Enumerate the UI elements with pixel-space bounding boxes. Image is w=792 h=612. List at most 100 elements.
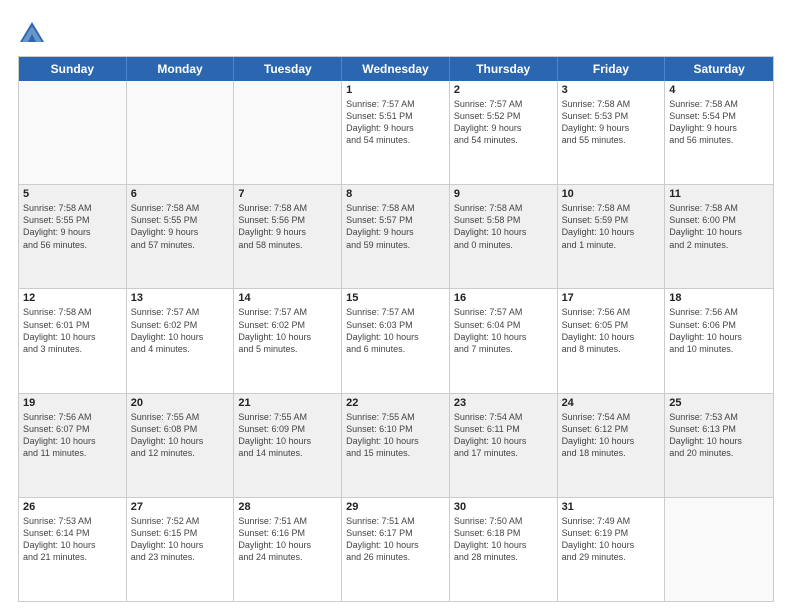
cell-info-text: Sunrise: 7:58 AM Sunset: 5:55 PM Dayligh… — [131, 202, 230, 251]
weekday-header-thursday: Thursday — [450, 57, 558, 81]
calendar-row-2: 12 Sunrise: 7:58 AM Sunset: 6:01 PM Dayli… — [19, 289, 773, 393]
cell-info-text: Sunrise: 7:53 AM Sunset: 6:13 PM Dayligh… — [669, 411, 769, 460]
calendar-row-3: 19 Sunrise: 7:56 AM Sunset: 6:07 PM Dayli… — [19, 394, 773, 498]
cell-day-number: 8 — [346, 188, 445, 200]
calendar-cell-3-0: 19 Sunrise: 7:56 AM Sunset: 6:07 PM Dayli… — [19, 394, 127, 497]
cell-day-number: 27 — [131, 501, 230, 513]
calendar-cell-4-1: 27 Sunrise: 7:52 AM Sunset: 6:15 PM Dayli… — [127, 498, 235, 601]
calendar-cell-0-3: 1 Sunrise: 7:57 AM Sunset: 5:51 PM Daylig… — [342, 81, 450, 184]
cell-day-number: 30 — [454, 501, 553, 513]
header — [18, 18, 774, 48]
calendar-cell-0-1 — [127, 81, 235, 184]
cell-info-text: Sunrise: 7:58 AM Sunset: 5:53 PM Dayligh… — [562, 98, 661, 147]
cell-day-number: 17 — [562, 292, 661, 304]
calendar-header: SundayMondayTuesdayWednesdayThursdayFrid… — [19, 57, 773, 81]
calendar-cell-0-4: 2Sunrise: 7:57 AM Sunset: 5:52 PM Daylig… — [450, 81, 558, 184]
calendar-cell-3-4: 23 Sunrise: 7:54 AM Sunset: 6:11 PM Dayli… — [450, 394, 558, 497]
calendar-cell-1-1: 6 Sunrise: 7:58 AM Sunset: 5:55 PM Daylig… — [127, 185, 235, 288]
cell-day-number: 28 — [238, 501, 337, 513]
weekday-header-wednesday: Wednesday — [342, 57, 450, 81]
cell-day-number: 21 — [238, 397, 337, 409]
calendar-cell-1-4: 9 Sunrise: 7:58 AM Sunset: 5:58 PM Daylig… — [450, 185, 558, 288]
calendar-cell-2-2: 14 Sunrise: 7:57 AM Sunset: 6:02 PM Dayli… — [234, 289, 342, 392]
calendar-cell-0-2 — [234, 81, 342, 184]
calendar-cell-2-3: 15Sunrise: 7:57 AM Sunset: 6:03 PM Dayli… — [342, 289, 450, 392]
cell-day-number: 29 — [346, 501, 445, 513]
cell-info-text: Sunrise: 7:56 AM Sunset: 6:05 PM Dayligh… — [562, 306, 661, 355]
logo — [18, 18, 50, 48]
cell-day-number: 2 — [454, 84, 553, 96]
cell-info-text: Sunrise: 7:58 AM Sunset: 5:58 PM Dayligh… — [454, 202, 553, 251]
cell-day-number: 11 — [669, 188, 769, 200]
calendar-cell-0-0 — [19, 81, 127, 184]
cell-day-number: 9 — [454, 188, 553, 200]
cell-day-number: 19 — [23, 397, 122, 409]
cell-info-text: Sunrise: 7:49 AM Sunset: 6:19 PM Dayligh… — [562, 515, 661, 564]
cell-day-number: 24 — [562, 397, 661, 409]
calendar-cell-0-6: 4 Sunrise: 7:58 AM Sunset: 5:54 PM Daylig… — [665, 81, 773, 184]
page: SundayMondayTuesdayWednesdayThursdayFrid… — [0, 0, 792, 612]
calendar-cell-4-3: 29 Sunrise: 7:51 AM Sunset: 6:17 PM Dayli… — [342, 498, 450, 601]
calendar-cell-1-5: 10 Sunrise: 7:58 AM Sunset: 5:59 PM Dayli… — [558, 185, 666, 288]
cell-day-number: 5 — [23, 188, 122, 200]
cell-info-text: Sunrise: 7:57 AM Sunset: 6:02 PM Dayligh… — [131, 306, 230, 355]
cell-info-text: Sunrise: 7:58 AM Sunset: 6:01 PM Dayligh… — [23, 306, 122, 355]
calendar-cell-2-1: 13 Sunrise: 7:57 AM Sunset: 6:02 PM Dayli… — [127, 289, 235, 392]
cell-day-number: 25 — [669, 397, 769, 409]
cell-day-number: 26 — [23, 501, 122, 513]
cell-info-text: Sunrise: 7:50 AM Sunset: 6:18 PM Dayligh… — [454, 515, 553, 564]
cell-info-text: Sunrise: 7:55 AM Sunset: 6:08 PM Dayligh… — [131, 411, 230, 460]
cell-day-number: 18 — [669, 292, 769, 304]
weekday-header-tuesday: Tuesday — [234, 57, 342, 81]
cell-info-text: Sunrise: 7:58 AM Sunset: 5:57 PM Dayligh… — [346, 202, 445, 251]
cell-day-number: 1 — [346, 84, 445, 96]
calendar-cell-2-4: 16Sunrise: 7:57 AM Sunset: 6:04 PM Dayli… — [450, 289, 558, 392]
calendar-cell-4-5: 31 Sunrise: 7:49 AM Sunset: 6:19 PM Dayli… — [558, 498, 666, 601]
cell-info-text: Sunrise: 7:58 AM Sunset: 5:59 PM Dayligh… — [562, 202, 661, 251]
cell-day-number: 13 — [131, 292, 230, 304]
calendar-cell-0-5: 3 Sunrise: 7:58 AM Sunset: 5:53 PM Daylig… — [558, 81, 666, 184]
cell-info-text: Sunrise: 7:52 AM Sunset: 6:15 PM Dayligh… — [131, 515, 230, 564]
cell-info-text: Sunrise: 7:55 AM Sunset: 6:09 PM Dayligh… — [238, 411, 337, 460]
calendar-cell-4-4: 30 Sunrise: 7:50 AM Sunset: 6:18 PM Dayli… — [450, 498, 558, 601]
calendar-cell-4-0: 26 Sunrise: 7:53 AM Sunset: 6:14 PM Dayli… — [19, 498, 127, 601]
cell-day-number: 15 — [346, 292, 445, 304]
cell-info-text: Sunrise: 7:57 AM Sunset: 5:51 PM Dayligh… — [346, 98, 445, 147]
calendar-cell-1-2: 7Sunrise: 7:58 AM Sunset: 5:56 PM Daylig… — [234, 185, 342, 288]
cell-info-text: Sunrise: 7:55 AM Sunset: 6:10 PM Dayligh… — [346, 411, 445, 460]
cell-day-number: 31 — [562, 501, 661, 513]
calendar-cell-2-5: 17 Sunrise: 7:56 AM Sunset: 6:05 PM Dayli… — [558, 289, 666, 392]
calendar-cell-1-6: 11 Sunrise: 7:58 AM Sunset: 6:00 PM Dayli… — [665, 185, 773, 288]
calendar-cell-2-6: 18 Sunrise: 7:56 AM Sunset: 6:06 PM Dayli… — [665, 289, 773, 392]
weekday-header-monday: Monday — [127, 57, 235, 81]
calendar-cell-1-0: 5 Sunrise: 7:58 AM Sunset: 5:55 PM Daylig… — [19, 185, 127, 288]
calendar-row-1: 5 Sunrise: 7:58 AM Sunset: 5:55 PM Daylig… — [19, 185, 773, 289]
cell-day-number: 6 — [131, 188, 230, 200]
cell-day-number: 10 — [562, 188, 661, 200]
cell-day-number: 7 — [238, 188, 337, 200]
weekday-header-sunday: Sunday — [19, 57, 127, 81]
cell-info-text: Sunrise: 7:54 AM Sunset: 6:11 PM Dayligh… — [454, 411, 553, 460]
cell-info-text: Sunrise: 7:53 AM Sunset: 6:14 PM Dayligh… — [23, 515, 122, 564]
cell-info-text: Sunrise: 7:58 AM Sunset: 5:54 PM Dayligh… — [669, 98, 769, 147]
cell-day-number: 22 — [346, 397, 445, 409]
cell-info-text: Sunrise: 7:58 AM Sunset: 5:55 PM Dayligh… — [23, 202, 122, 251]
calendar: SundayMondayTuesdayWednesdayThursdayFrid… — [18, 56, 774, 602]
cell-day-number: 14 — [238, 292, 337, 304]
cell-day-number: 23 — [454, 397, 553, 409]
cell-day-number: 4 — [669, 84, 769, 96]
calendar-cell-3-3: 22 Sunrise: 7:55 AM Sunset: 6:10 PM Dayli… — [342, 394, 450, 497]
calendar-cell-2-0: 12 Sunrise: 7:58 AM Sunset: 6:01 PM Dayli… — [19, 289, 127, 392]
cell-day-number: 16 — [454, 292, 553, 304]
calendar-row-4: 26 Sunrise: 7:53 AM Sunset: 6:14 PM Dayli… — [19, 498, 773, 601]
cell-info-text: Sunrise: 7:58 AM Sunset: 6:00 PM Dayligh… — [669, 202, 769, 251]
cell-info-text: Sunrise: 7:51 AM Sunset: 6:17 PM Dayligh… — [346, 515, 445, 564]
calendar-cell-3-6: 25 Sunrise: 7:53 AM Sunset: 6:13 PM Dayli… — [665, 394, 773, 497]
cell-info-text: Sunrise: 7:56 AM Sunset: 6:06 PM Dayligh… — [669, 306, 769, 355]
cell-day-number: 12 — [23, 292, 122, 304]
logo-icon — [18, 20, 46, 48]
cell-info-text: Sunrise: 7:57 AM Sunset: 6:02 PM Dayligh… — [238, 306, 337, 355]
cell-day-number: 3 — [562, 84, 661, 96]
cell-info-text: Sunrise: 7:56 AM Sunset: 6:07 PM Dayligh… — [23, 411, 122, 460]
weekday-header-saturday: Saturday — [665, 57, 773, 81]
